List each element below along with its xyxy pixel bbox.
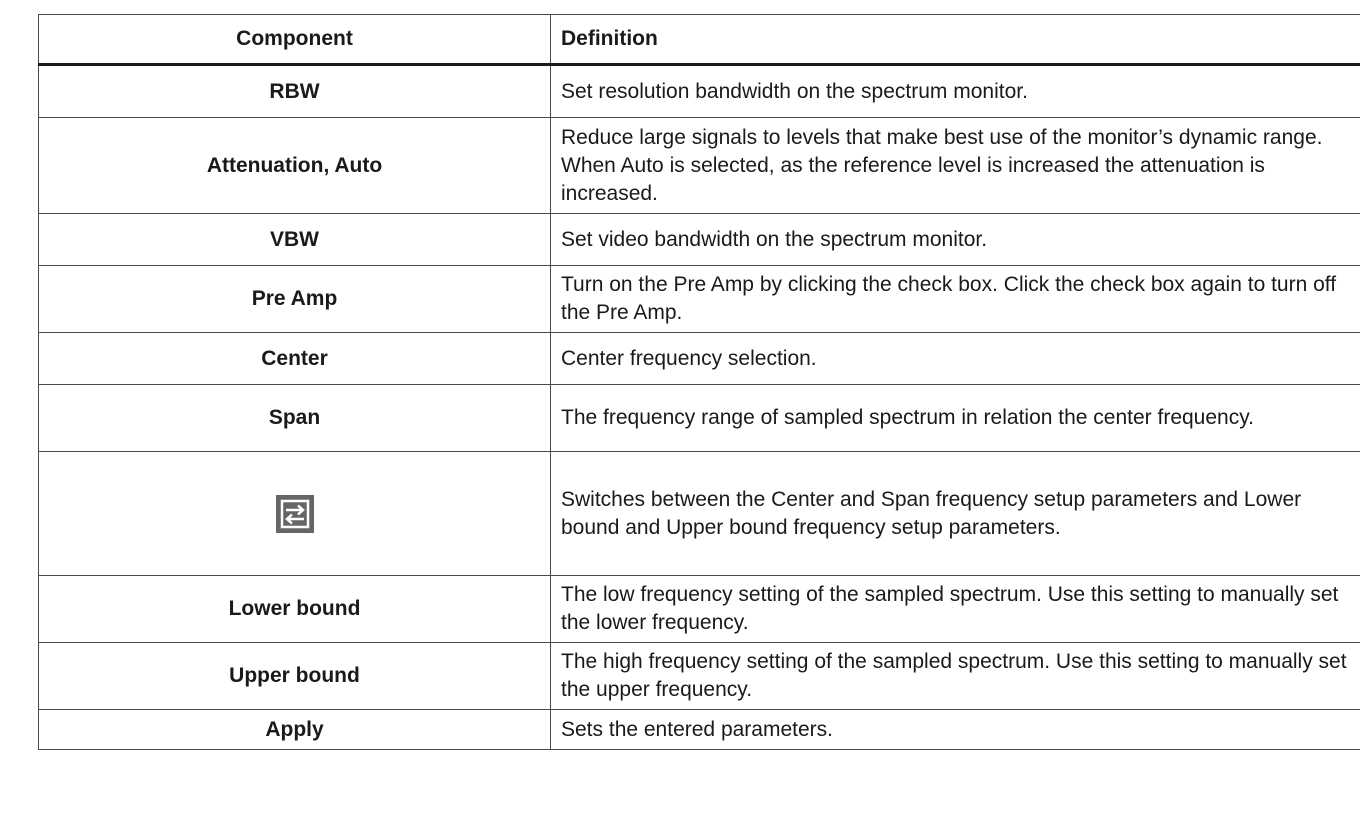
component-span: Span xyxy=(38,384,551,452)
table-row: Upper bound The high frequency setting o… xyxy=(38,642,1360,710)
table-row: Switches between the Center and Span fre… xyxy=(38,451,1360,576)
component-vbw: VBW xyxy=(38,213,551,266)
table-row: Lower bound The low frequency setting of… xyxy=(38,575,1360,643)
table-row: RBW Set resolution bandwidth on the spec… xyxy=(38,64,1360,118)
component-pre-amp: Pre Amp xyxy=(38,265,551,333)
header-definition: Definition xyxy=(550,14,1360,66)
definition-upper-bound: The high frequency setting of the sample… xyxy=(550,642,1360,710)
component-upper-bound: Upper bound xyxy=(38,642,551,710)
definition-apply: Sets the entered parameters. xyxy=(550,709,1360,750)
table-row: Apply Sets the entered parameters. xyxy=(38,709,1360,750)
table-row: Center Center frequency selection. xyxy=(38,332,1360,385)
table-header-row: Component Definition xyxy=(38,14,1360,66)
definition-lower-bound: The low frequency setting of the sampled… xyxy=(550,575,1360,643)
definition-attenuation-auto: Reduce large signals to levels that make… xyxy=(550,117,1360,214)
definition-pre-amp: Turn on the Pre Amp by clicking the chec… xyxy=(550,265,1360,333)
definition-swap: Switches between the Center and Span fre… xyxy=(550,451,1360,576)
table-row: Span The frequency range of sampled spec… xyxy=(38,384,1360,452)
definition-center: Center frequency selection. xyxy=(550,332,1360,385)
definition-vbw: Set video bandwidth on the spectrum moni… xyxy=(550,213,1360,266)
component-attenuation-auto: Attenuation, Auto xyxy=(38,117,551,214)
component-swap xyxy=(38,451,551,576)
definition-table: Component Definition RBW Set resolution … xyxy=(38,14,1360,750)
table-row: Pre Amp Turn on the Pre Amp by clicking … xyxy=(38,265,1360,333)
header-component: Component xyxy=(38,14,551,66)
definition-rbw: Set resolution bandwidth on the spectrum… xyxy=(550,64,1360,118)
component-lower-bound: Lower bound xyxy=(38,575,551,643)
component-apply: Apply xyxy=(38,709,551,750)
definition-span: The frequency range of sampled spectrum … xyxy=(550,384,1360,452)
component-rbw: RBW xyxy=(38,64,551,118)
table-row: VBW Set video bandwidth on the spectrum … xyxy=(38,213,1360,266)
component-center: Center xyxy=(38,332,551,385)
swap-arrows-icon xyxy=(275,494,314,533)
table-row: Attenuation, Auto Reduce large signals t… xyxy=(38,117,1360,214)
